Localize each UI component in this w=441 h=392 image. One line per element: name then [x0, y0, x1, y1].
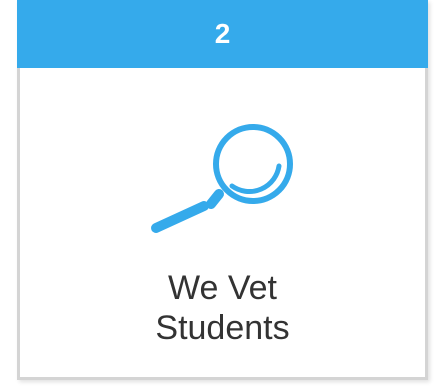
canvas: 2 We Vet Students	[0, 0, 441, 392]
magnifying-glass-icon	[148, 124, 298, 236]
card-header: 2	[17, 0, 428, 68]
card-title: We Vet Students	[155, 269, 290, 347]
step-number: 2	[214, 18, 231, 49]
step-card: 2 We Vet Students	[17, 0, 428, 380]
